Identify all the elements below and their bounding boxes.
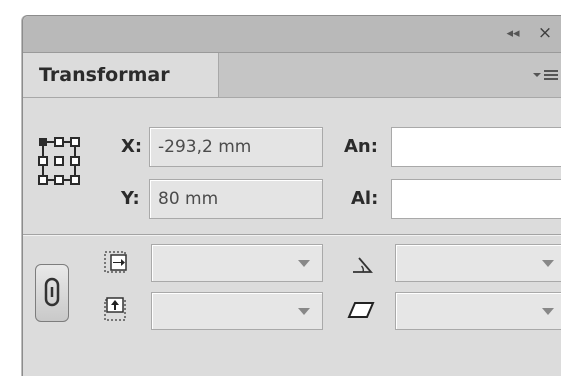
panel-menu-icon[interactable] — [531, 65, 561, 85]
chevron-down-icon — [298, 260, 310, 267]
height-field[interactable] — [391, 179, 561, 219]
chevron-down-icon — [298, 308, 310, 315]
close-icon[interactable]: × — [535, 23, 555, 43]
y-position-field[interactable] — [149, 179, 323, 219]
section-divider — [23, 234, 561, 236]
link-proportions-icon — [44, 277, 60, 307]
height-label: Al: — [351, 188, 379, 209]
chevron-down-icon — [542, 308, 554, 315]
x-position-field[interactable] — [149, 127, 323, 167]
scale-y-select[interactable] — [151, 292, 323, 330]
double-left-chevron-icon[interactable]: ◂◂ — [501, 25, 525, 43]
rotate-select[interactable] — [395, 244, 561, 282]
shear-select[interactable] — [395, 292, 561, 330]
shear-icon — [347, 300, 375, 326]
scale-x-select[interactable] — [151, 244, 323, 282]
width-label: An: — [344, 136, 378, 157]
chevron-down-icon — [542, 260, 554, 267]
y-label: Y: — [121, 188, 140, 209]
width-field[interactable] — [391, 127, 561, 167]
x-label: X: — [121, 136, 143, 157]
rotate-angle-icon — [349, 252, 375, 278]
panel-tab-row: Transformar — [23, 53, 561, 98]
panel-titlebar[interactable]: ◂◂ × — [23, 16, 561, 53]
reference-point-grid-icon[interactable] — [37, 134, 85, 188]
vertical-scale-icon — [103, 296, 129, 322]
horizontal-scale-icon — [103, 250, 129, 276]
tab-transformar[interactable]: Transformar — [23, 53, 219, 97]
constrain-proportions-button[interactable] — [35, 264, 69, 322]
transform-panel: ◂◂ × Transformar X: -293,2 mm Y: 80 mm A… — [22, 15, 561, 376]
